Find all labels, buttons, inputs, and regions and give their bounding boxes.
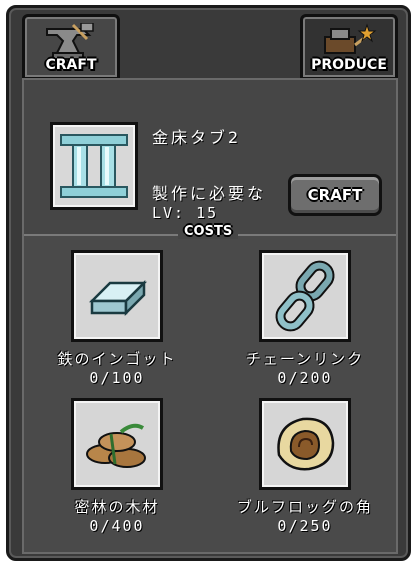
iron-ingot-icon	[88, 279, 148, 317]
chain-link-icon	[275, 260, 335, 332]
requirement-label: 製作に必要な	[152, 184, 267, 203]
cost-item-name: チェーンリンク	[245, 350, 365, 368]
cost-slot	[259, 250, 351, 342]
cost-slot	[71, 250, 163, 342]
cost-item-name: ブルフロッグの角	[236, 498, 373, 516]
tab-produce[interactable]: PRODUCE	[300, 14, 398, 80]
roman-numeral-ii-icon	[60, 134, 128, 198]
cost-item-name: 密林の木材	[74, 498, 160, 516]
costs-heading: COSTS	[178, 224, 239, 239]
cost-item-amount: 0/250	[277, 517, 333, 535]
cost-item: 鉄のインゴット 0/100	[32, 250, 202, 387]
craft-button[interactable]: CRAFT	[288, 174, 382, 216]
cost-slot	[71, 398, 163, 490]
tab-produce-label: PRODUCE	[311, 57, 387, 73]
cost-item-name: 鉄のインゴット	[57, 350, 177, 368]
item-summary: 金床タブ2 製作に必要な LV: 15 CRAFT	[24, 80, 396, 234]
cost-item-amount: 0/400	[89, 517, 145, 535]
cost-item: 密林の木材 0/400	[32, 398, 202, 535]
level-requirement: LV: 15	[152, 204, 219, 222]
cost-item-amount: 0/200	[277, 369, 333, 387]
item-slot	[50, 122, 138, 210]
cost-item: チェーンリンク 0/200	[220, 250, 390, 387]
cost-slot	[259, 398, 351, 490]
cost-item: ブルフロッグの角 0/250	[220, 398, 390, 535]
craft-content: 金床タブ2 製作に必要な LV: 15 CRAFT COSTS 鉄のインゴット …	[22, 78, 398, 554]
tab-craft-label: CRAFT	[45, 57, 97, 73]
jungle-wood-icon	[86, 423, 146, 468]
item-title: 金床タブ2	[152, 128, 242, 147]
cost-item-amount: 0/100	[89, 369, 145, 387]
bullfrog-horn-icon	[277, 417, 335, 471]
tab-craft[interactable]: CRAFT	[22, 14, 120, 80]
